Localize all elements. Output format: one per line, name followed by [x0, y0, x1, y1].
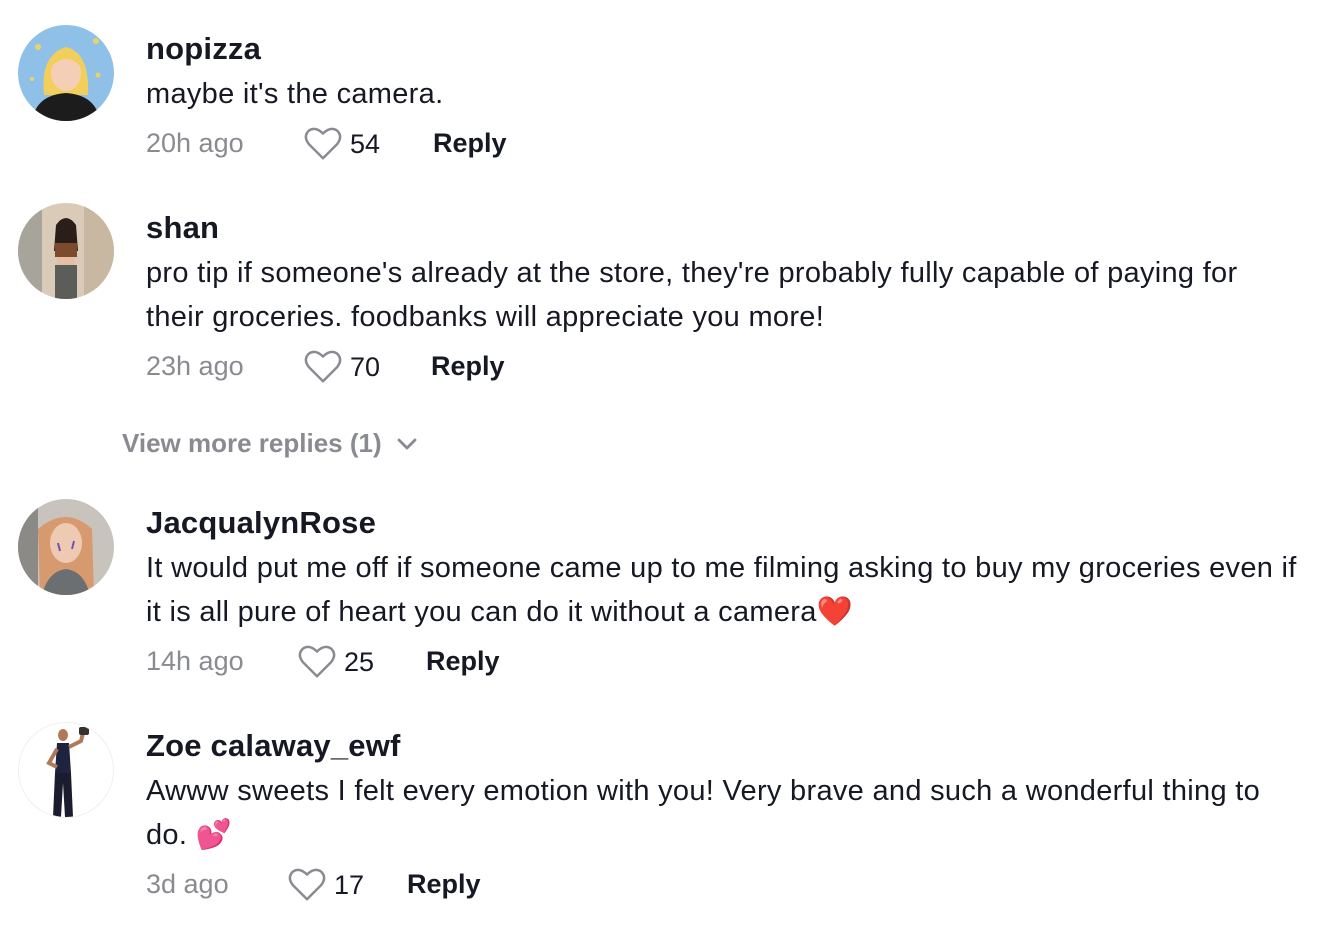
fitness-avatar-image — [19, 723, 113, 817]
like-count: 17 — [334, 869, 365, 900]
reply-button[interactable]: Reply — [431, 351, 505, 382]
comment-meta: 23h ago 70 Reply — [146, 345, 1302, 389]
view-more-replies-label: View more replies (1) — [122, 428, 382, 458]
like-button[interactable]: 17 — [288, 863, 364, 907]
chevron-down-icon — [397, 438, 417, 449]
comment-time: 3d ago — [146, 869, 229, 899]
reply-button[interactable]: Reply — [426, 646, 500, 677]
comment-text: Awww sweets I felt every emotion with yo… — [146, 775, 1261, 851]
comment-username[interactable]: shan — [146, 209, 1302, 247]
comment-username[interactable]: Zoe calaway_ewf — [146, 727, 1302, 765]
view-more-replies-button[interactable]: View more replies (1) — [122, 428, 418, 459]
comment-text: pro tip if someone's already at the stor… — [146, 257, 1238, 333]
like-button[interactable]: 25 — [298, 640, 374, 684]
reply-button[interactable]: Reply — [433, 128, 507, 159]
comment-time: 14h ago — [146, 646, 244, 676]
heart-outline-icon — [304, 350, 342, 383]
selfie-avatar-image — [18, 499, 114, 595]
comment-meta: 20h ago 54 Reply — [146, 122, 1302, 166]
cartoon-avatar-image — [18, 25, 114, 121]
comment-time: 23h ago — [146, 351, 244, 381]
comment-time: 20h ago — [146, 128, 244, 158]
comment-text: maybe it's the camera. — [146, 78, 444, 110]
avatar[interactable] — [18, 722, 114, 818]
comment-meta: 3d ago 17 Reply — [146, 863, 1302, 907]
comment-text: It would put me off if someone came up t… — [146, 552, 1297, 628]
avatar[interactable] — [18, 203, 114, 299]
comment-meta: 14h ago 25 Reply — [146, 640, 1302, 684]
comment-username[interactable]: JacqualynRose — [146, 504, 1302, 542]
like-button[interactable]: 54 — [304, 122, 380, 166]
avatar[interactable] — [18, 499, 114, 595]
like-count: 54 — [350, 128, 381, 159]
comment-username[interactable]: nopizza — [146, 30, 1302, 68]
like-button[interactable]: 70 — [304, 345, 380, 389]
heart-outline-icon — [298, 645, 336, 678]
reply-button[interactable]: Reply — [407, 869, 481, 900]
heart-outline-icon — [304, 127, 342, 160]
like-count: 70 — [350, 351, 381, 382]
selfie-avatar-image — [18, 203, 114, 299]
avatar[interactable] — [18, 25, 114, 121]
like-count: 25 — [344, 646, 375, 677]
heart-outline-icon — [288, 868, 326, 901]
